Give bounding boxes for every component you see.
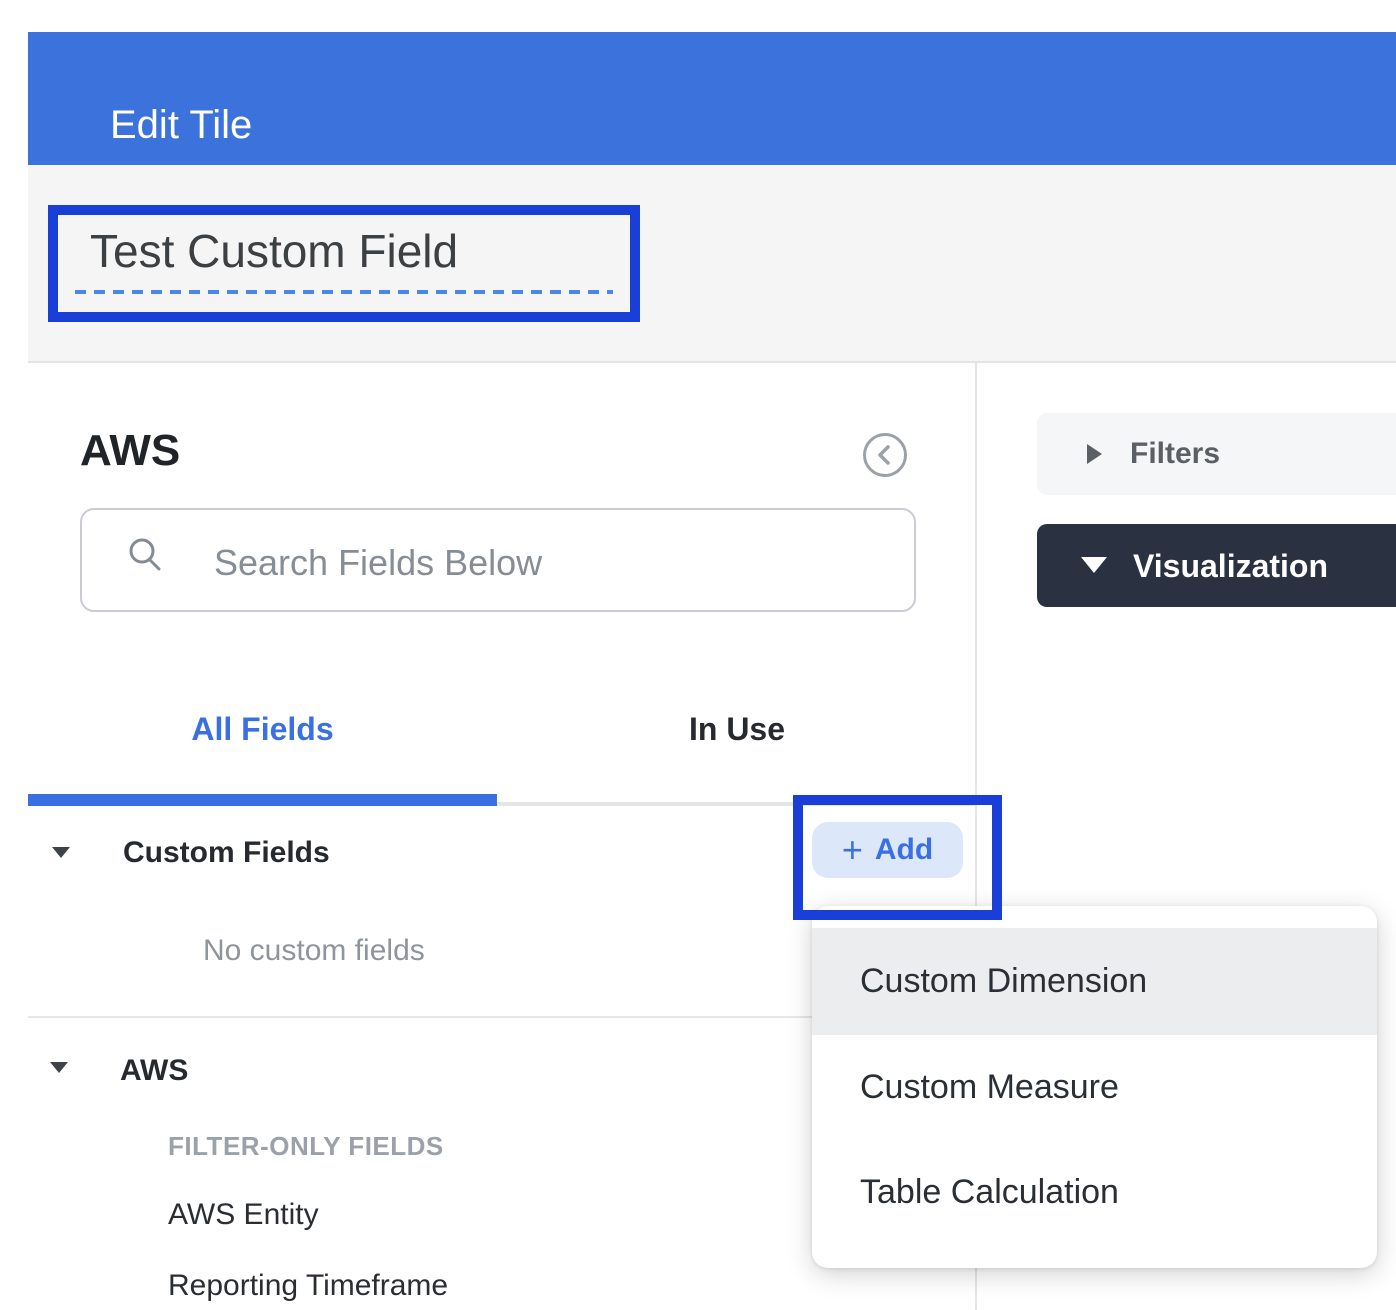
field-item-aws-entity[interactable]: AWS Entity [168, 1196, 319, 1234]
caret-down-icon [1081, 557, 1107, 573]
no-custom-fields-text: No custom fields [203, 932, 425, 970]
visualization-section-label: Visualization [1133, 544, 1328, 588]
filters-section-label: Filters [1130, 432, 1220, 476]
annotation-box-add-button [793, 795, 1002, 920]
section-aws[interactable]: AWS [120, 1052, 188, 1090]
collapse-panel-button[interactable] [863, 433, 907, 477]
tab-in-use[interactable]: In Use [497, 706, 977, 752]
dialog-title: Edit Tile [110, 102, 252, 148]
caret-down-icon[interactable] [50, 1062, 68, 1073]
filter-only-fields-group-label: FILTER-ONLY FIELDS [168, 1129, 444, 1163]
menu-item-custom-measure[interactable]: Custom Measure [812, 1035, 1377, 1140]
annotation-box-tile-name [48, 205, 640, 322]
search-icon [126, 536, 164, 574]
menu-item-table-calculation[interactable]: Table Calculation [812, 1140, 1377, 1245]
search-fields-box[interactable] [80, 508, 916, 612]
menu-item-custom-dimension[interactable]: Custom Dimension [812, 928, 1377, 1035]
tab-all-fields[interactable]: All Fields [28, 706, 497, 752]
field-item-reporting-timeframe[interactable]: Reporting Timeframe [168, 1267, 448, 1305]
search-input[interactable] [212, 512, 816, 614]
explore-name-heading: AWS [80, 426, 180, 476]
add-field-dropdown-menu: Custom Dimension Custom Measure Table Ca… [812, 906, 1377, 1268]
active-tab-indicator [28, 794, 497, 806]
chevron-left-icon [866, 436, 904, 474]
section-custom-fields[interactable]: Custom Fields [123, 834, 330, 872]
dialog-header: Edit Tile [28, 32, 1396, 165]
caret-right-icon [1087, 444, 1102, 464]
caret-down-icon[interactable] [52, 847, 70, 858]
